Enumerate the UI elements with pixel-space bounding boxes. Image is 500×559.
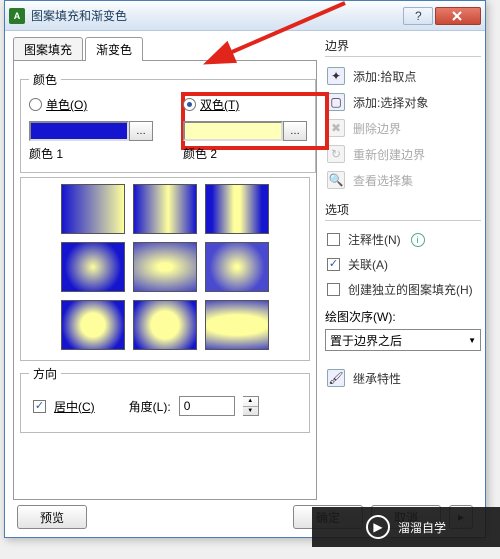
assoc-checkbox[interactable]: ✓ [327,258,340,271]
gradient-preset[interactable] [61,300,125,350]
boundary-header: 边界 [325,37,481,57]
gradient-preset[interactable] [61,184,125,234]
draw-order-label: 绘图次序(W): [325,308,481,325]
delete-boundary: ✖ 删除边界 [325,115,481,141]
color1-picker-button[interactable]: … [129,121,153,141]
color1-label: 颜色 1 [29,145,153,162]
gradient-preset[interactable] [205,184,269,234]
chevron-up-icon: ▲ [243,397,258,407]
inherit-properties[interactable]: 🖌 继承特性 [325,365,481,391]
radio-icon [29,98,42,111]
watermark: ▶ 溜溜自学 [312,507,500,547]
svg-text:?: ? [415,11,422,21]
direction-group: 方向 ✓ 居中(C) 角度(L): 0 ▲▼ [20,365,310,433]
angle-input[interactable]: 0 [179,396,235,416]
radio-two-color[interactable]: 双色(T) [183,96,307,113]
dialog-window: A 图案填充和渐变色 ? 图案填充 渐变色 颜色 单色(O) [4,0,486,538]
gradient-preset[interactable] [133,242,197,292]
assoc-option[interactable]: ✓ 关联(A) [325,252,481,277]
color2-swatch[interactable] [183,121,283,141]
preview-button[interactable]: 预览 [17,505,87,529]
add-pick-point[interactable]: ✦ 添加:拾取点 [325,63,481,89]
close-button[interactable] [435,7,481,25]
color-group: 颜色 单色(O) … 颜色 1 [20,71,316,173]
radio-icon [183,98,196,111]
radio-two-label: 双色(T) [200,96,239,113]
center-label: 居中(C) [54,398,95,415]
gradient-pane: 颜色 单色(O) … 颜色 1 [13,60,317,500]
info-icon[interactable]: i [411,233,425,247]
inherit-icon: 🖌 [327,369,345,387]
tab-pattern-fill[interactable]: 图案填充 [13,37,83,61]
gradient-preset[interactable] [61,242,125,292]
options-header: 选项 [325,201,481,221]
angle-spinner[interactable]: ▲▼ [243,396,259,416]
window-title: 图案填充和渐变色 [31,7,401,24]
radio-single-color[interactable]: 单色(O) [29,96,153,113]
center-checkbox[interactable]: ✓ [33,400,46,413]
play-icon: ▶ [366,515,390,539]
gradient-preset[interactable] [133,184,197,234]
color2-picker-button[interactable]: … [283,121,307,141]
view-selection: 🔍 查看选择集 [325,167,481,193]
color-legend: 颜色 [29,71,61,88]
chevron-down-icon: ▼ [468,336,476,345]
delete-icon: ✖ [327,119,345,137]
gradient-preset[interactable] [205,300,269,350]
recreate-icon: ↻ [327,145,345,163]
color1-swatch[interactable] [29,121,129,141]
color2-label: 颜色 2 [183,145,307,162]
titlebar: A 图案填充和渐变色 ? [5,1,485,31]
select-object-icon: ▢ [327,93,345,111]
angle-label: 角度(L): [129,398,171,415]
direction-legend: 方向 [29,365,61,382]
independent-checkbox[interactable] [327,283,340,296]
gradient-preset-grid [20,177,310,361]
app-icon: A [9,8,25,24]
annotative-checkbox[interactable] [327,233,340,246]
gradient-preset[interactable] [133,300,197,350]
tab-strip: 图案填充 渐变色 [13,37,317,61]
pick-point-icon: ✦ [327,67,345,85]
recreate-boundary: ↻ 重新创建边界 [325,141,481,167]
independent-option[interactable]: 创建独立的图案填充(H) [325,277,481,302]
chevron-down-icon: ▼ [243,407,258,416]
tab-gradient[interactable]: 渐变色 [85,37,143,61]
annotative-option[interactable]: 注释性(N) i [325,227,481,252]
radio-single-label: 单色(O) [46,96,87,113]
magnifier-icon: 🔍 [327,171,345,189]
draw-order-combo[interactable]: 置于边界之后 ▼ [325,329,481,351]
help-button[interactable]: ? [403,7,433,25]
add-select-object[interactable]: ▢ 添加:选择对象 [325,89,481,115]
gradient-preset[interactable] [205,242,269,292]
